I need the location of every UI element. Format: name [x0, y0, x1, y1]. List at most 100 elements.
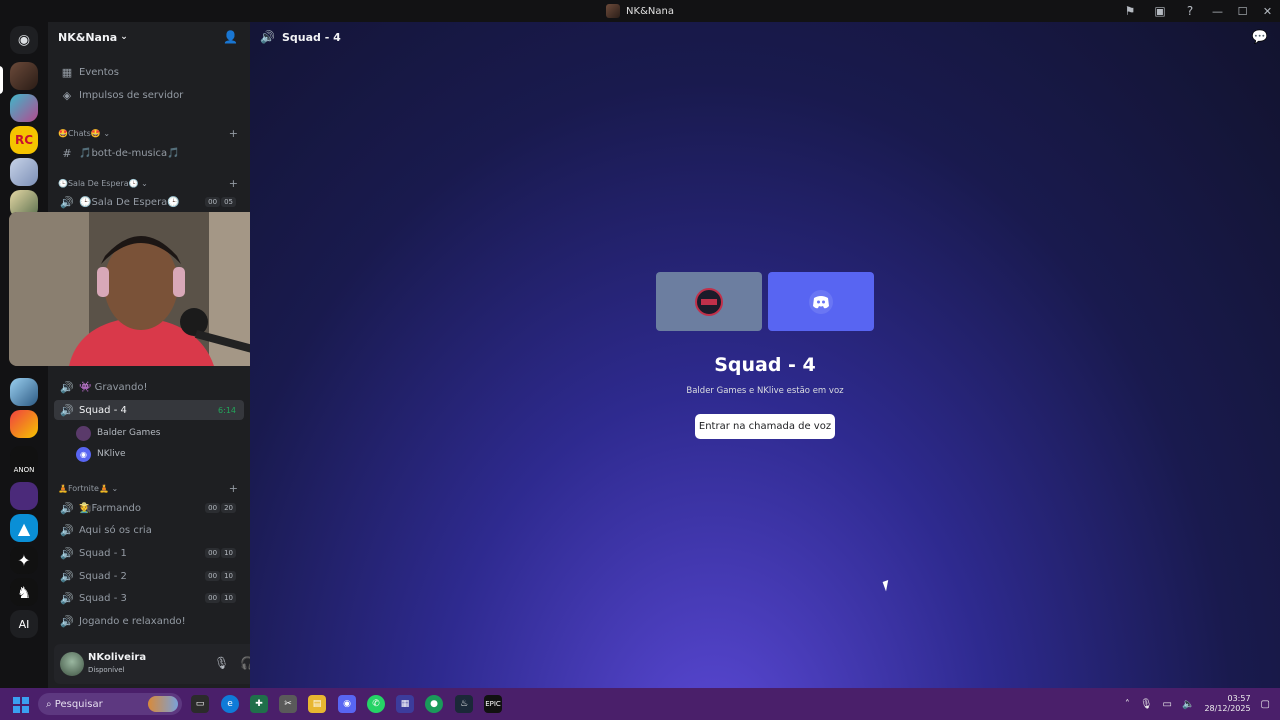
category-sala-de-espera[interactable]: 🕒Sala De Espera🕒 ⌄ + — [58, 176, 242, 190]
nav-impulsos[interactable]: ◈ Impulsos de servidor — [54, 85, 244, 105]
participant-tile-nklive[interactable] — [768, 272, 874, 331]
window-title-text: NK&Nana — [626, 5, 674, 17]
server-icon-ai[interactable]: AI — [10, 610, 38, 638]
add-channel-icon[interactable]: + — [229, 482, 238, 495]
mouse-cursor-icon — [882, 578, 896, 592]
edge-icon[interactable]: e — [221, 695, 239, 713]
chevron-down-icon: ⌄ — [103, 128, 111, 138]
speaker-icon: 🔊 — [260, 30, 275, 44]
server-name: NK&Nana — [58, 30, 118, 44]
windows-taskbar: ⌕ Pesquisar ▭ e ✚ ✂ ▤ ◉ ✆ ▦ ● ♨ EPIC ˄ 🎙… — [0, 688, 1280, 720]
balder-avatar-icon — [695, 287, 723, 316]
snipping-icon[interactable]: ✂ — [279, 695, 297, 713]
app-icon[interactable]: ✚ — [250, 695, 268, 713]
join-voice-button[interactable]: Entrar na chamada de voz — [695, 414, 835, 439]
server-header[interactable]: NK&Nana ⌄ 👤 — [48, 22, 250, 52]
add-channel-icon[interactable]: + — [229, 127, 238, 140]
user-limit-badge: 00 20 — [205, 503, 236, 513]
microphone-icon[interactable]: 🎙 — [1140, 699, 1153, 710]
category-fortnite[interactable]: 🧘Fortnite🧘 ⌄ + — [58, 481, 242, 495]
windows-start-icon[interactable] — [13, 697, 29, 713]
inbox-icon[interactable]: ▣ — [1145, 0, 1175, 22]
category-chats[interactable]: 🤩Chats🤩 ⌄ + — [58, 126, 242, 140]
voice-member-balder[interactable]: Balder Games — [76, 424, 160, 442]
server-avatar-icon — [606, 4, 621, 18]
task-view-icon[interactable]: ▭ — [191, 695, 209, 713]
channel-farmando[interactable]: 🔊 🧑‍🌾Farmando 00 20 — [54, 498, 244, 518]
chrome-icon[interactable]: ● — [425, 695, 443, 713]
volume-icon[interactable]: 🔈 — [1182, 699, 1194, 710]
calendar-icon: ▦ — [61, 65, 73, 79]
chevron-down-icon: ⌄ — [111, 483, 119, 493]
participant-tile-balder[interactable] — [656, 272, 762, 331]
voice-participants-text: Balder Games e NKlive estão em voz — [686, 386, 844, 396]
voice-channel-icon: 🔊 — [60, 614, 74, 628]
channel-sala-de-espera[interactable]: 🔊 🕒Sala De Espera🕒 00 05 — [54, 192, 244, 212]
search-icon: ⌕ — [46, 698, 52, 710]
file-explorer-icon[interactable]: ▤ — [308, 695, 326, 713]
discord-home-icon[interactable]: ◉ — [10, 26, 38, 54]
voice-channel-icon: 🔊 — [60, 569, 74, 583]
server-icon-12[interactable]: ♞ — [10, 578, 38, 606]
avatar[interactable] — [60, 652, 84, 676]
search-highlight-icon — [148, 696, 178, 712]
server-icon-2[interactable] — [10, 94, 38, 122]
boost-icon: ◈ — [62, 88, 72, 102]
server-icon-4[interactable] — [10, 158, 38, 186]
discord-logo-icon — [809, 289, 833, 314]
microphone-icon[interactable]: 🎙 — [214, 656, 229, 670]
server-icon-9[interactable] — [10, 482, 38, 510]
voice-channel-icon: 🔊 — [60, 591, 74, 605]
add-channel-icon[interactable]: + — [229, 177, 238, 190]
user-limit-badge: 00 10 — [205, 571, 236, 581]
maximize-button[interactable]: ☐ — [1230, 0, 1255, 22]
server-icon-11[interactable]: ✦ — [10, 546, 38, 574]
server-icon-10[interactable]: ▲ — [10, 514, 38, 542]
server-icon-anonymous[interactable]: ANON — [10, 446, 38, 474]
store-icon[interactable]: ▦ — [396, 695, 414, 713]
voice-channel-icon: 🔊 — [60, 523, 74, 537]
discord-taskbar-icon[interactable]: ◉ — [338, 695, 356, 713]
channel-gravando[interactable]: 🔊 👾 Gravando! — [54, 377, 244, 397]
whatsapp-icon[interactable]: ✆ — [367, 695, 385, 713]
epic-games-icon[interactable]: EPIC — [484, 695, 502, 713]
channel-bott-de-musica[interactable]: # 🎵bott-de-musica🎵 — [54, 143, 244, 163]
system-tray: ˄ 🎙 ▭ 🔈 03:57 28/12/2025 ▢ — [1125, 688, 1270, 720]
invite-people-icon[interactable]: 👤 — [223, 30, 238, 44]
taskbar-search[interactable]: ⌕ Pesquisar — [38, 693, 182, 715]
channel-squad-3[interactable]: 🔊 Squad - 3 00 10 — [54, 588, 244, 608]
text-channel-icon: # — [62, 146, 72, 160]
channel-squad-4[interactable]: 🔊 Squad - 4 6:14 — [54, 400, 244, 420]
user-limit-badge: 00 05 — [205, 197, 236, 207]
flag-icon[interactable]: ⚑ — [1115, 0, 1145, 22]
call-timer: 6:14 — [218, 405, 236, 415]
voice-channel-icon: 🔊 — [60, 501, 74, 515]
network-icon[interactable]: ▭ — [1163, 699, 1172, 710]
channel-header: 🔊 Squad - 4 — [260, 30, 341, 44]
channel-aqui-so-os-cria[interactable]: 🔊 Aqui só os cria — [54, 520, 244, 540]
minimize-button[interactable]: — — [1205, 0, 1230, 22]
chevron-up-icon[interactable]: ˄ — [1125, 699, 1130, 710]
voice-member-nklive[interactable]: ◉ NKlive — [76, 445, 126, 463]
voice-channel-icon: 🔊 — [60, 195, 74, 209]
server-icon-6[interactable] — [10, 378, 38, 406]
voice-active-icon: 🔊 — [60, 403, 74, 417]
channel-jogando-e-relaxando[interactable]: 🔊 Jogando e relaxando! — [54, 611, 244, 631]
close-button[interactable]: ✕ — [1255, 0, 1280, 22]
server-icon-3[interactable]: RC — [10, 126, 38, 154]
clock[interactable]: 03:57 28/12/2025 — [1204, 694, 1250, 714]
nav-eventos[interactable]: ▦ Eventos — [54, 62, 244, 82]
steam-icon[interactable]: ♨ — [455, 695, 473, 713]
channel-squad-1[interactable]: 🔊 Squad - 1 00 10 — [54, 543, 244, 563]
chat-bubble-icon[interactable]: 💬 — [1252, 30, 1268, 45]
discord-avatar-icon: ◉ — [76, 446, 91, 462]
chevron-down-icon: ⌄ — [120, 32, 128, 42]
voice-channel-icon: 🔊 — [60, 546, 74, 560]
help-icon[interactable]: ? — [1175, 0, 1205, 22]
window-titlebar: NK&Nana ⚑ ▣ ? — ☐ ✕ — [0, 0, 1280, 22]
server-icon-7[interactable] — [10, 410, 38, 438]
voice-channel-view: 🔊 Squad - 4 💬 Squad - 4 Balder Games e N… — [250, 22, 1280, 688]
server-icon-nknana[interactable] — [10, 62, 38, 90]
channel-squad-2[interactable]: 🔊 Squad - 2 00 10 — [54, 566, 244, 586]
notification-icon[interactable]: ▢ — [1261, 699, 1270, 710]
